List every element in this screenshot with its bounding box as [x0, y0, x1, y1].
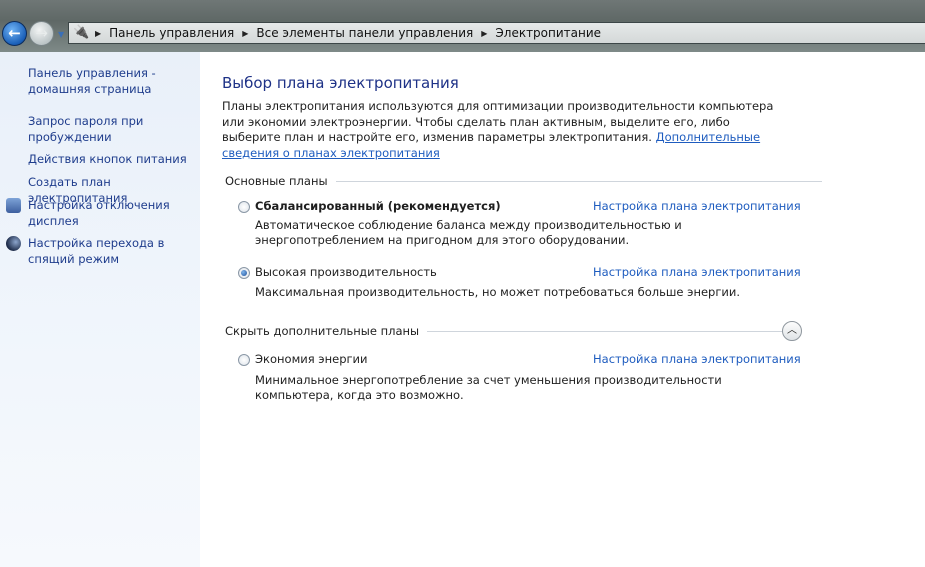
collapse-chevron-up-icon[interactable]: ︿ — [782, 321, 802, 341]
intro-text: Планы электропитания используются для оп… — [222, 99, 782, 161]
sidebar-link-power-buttons[interactable]: Действия кнопок питания — [28, 152, 193, 168]
sidebar-link-sleep[interactable]: Настройка перехода в спящий режим — [28, 236, 193, 267]
window-toolbar: ← → ▼ 🔌 ▶ Панель управления ▶ Все элемен… — [0, 0, 925, 52]
breadcrumb-arrow-icon[interactable]: ▶ — [242, 29, 248, 38]
page-title: Выбор плана электропитания — [222, 74, 459, 92]
moon-icon — [6, 236, 21, 251]
plan-settings-link-balanced[interactable]: Настройка плана электропитания — [593, 199, 801, 213]
plan-radio-balanced[interactable] — [238, 201, 250, 213]
breadcrumb-arrow-icon[interactable]: ▶ — [481, 29, 487, 38]
breadcrumb-control-panel[interactable]: Панель управления — [109, 26, 234, 40]
address-bar[interactable]: 🔌 ▶ Панель управления ▶ Все элементы пан… — [68, 22, 925, 44]
forward-button[interactable]: → — [29, 21, 54, 46]
plan-desc-power-saver: Минимальное энергопотребление за счет ум… — [255, 373, 722, 402]
back-button[interactable]: ← — [2, 21, 27, 46]
power-options-icon: 🔌 — [73, 25, 90, 40]
basic-plans-header: Основные планы — [225, 174, 822, 188]
hidden-plans-label: Скрыть дополнительные планы — [225, 324, 420, 338]
hidden-plans-header: Скрыть дополнительные планы — [225, 324, 800, 338]
breadcrumb-all-items[interactable]: Все элементы панели управления — [256, 26, 473, 40]
plan-settings-link-power-saver[interactable]: Настройка плана электропитания — [593, 352, 801, 366]
breadcrumb-arrow-icon[interactable]: ▶ — [95, 29, 101, 38]
divider — [335, 180, 822, 182]
plan-name-power-saver[interactable]: Экономия энергии — [255, 352, 367, 366]
basic-plans-label: Основные планы — [225, 174, 328, 188]
plan-desc-high-performance: Максимальная производительность, но може… — [255, 285, 740, 299]
sidebar-link-password-on-wakeup[interactable]: Запрос пароля при пробуждении — [28, 114, 193, 145]
recent-pages-dropdown-icon[interactable]: ▼ — [58, 30, 64, 39]
sidebar: Панель управления - домашняя страница За… — [0, 52, 200, 567]
display-clock-icon — [6, 198, 21, 213]
plan-radio-power-saver[interactable] — [238, 354, 250, 366]
divider — [427, 330, 800, 332]
plan-settings-link-high-performance[interactable]: Настройка плана электропитания — [593, 265, 801, 279]
sidebar-link-control-panel-home[interactable]: Панель управления - домашняя страница — [28, 66, 193, 97]
plan-name-balanced[interactable]: Сбалансированный (рекомендуется) — [255, 199, 501, 213]
plan-radio-high-performance[interactable] — [238, 267, 250, 279]
breadcrumb-power-options[interactable]: Электропитание — [495, 26, 601, 40]
sidebar-link-display-off[interactable]: Настройка отключения дисплея — [28, 198, 193, 229]
plan-desc-balanced: Автоматическое соблюдение баланса между … — [255, 218, 682, 247]
plan-name-high-performance[interactable]: Высокая производительность — [255, 265, 437, 279]
